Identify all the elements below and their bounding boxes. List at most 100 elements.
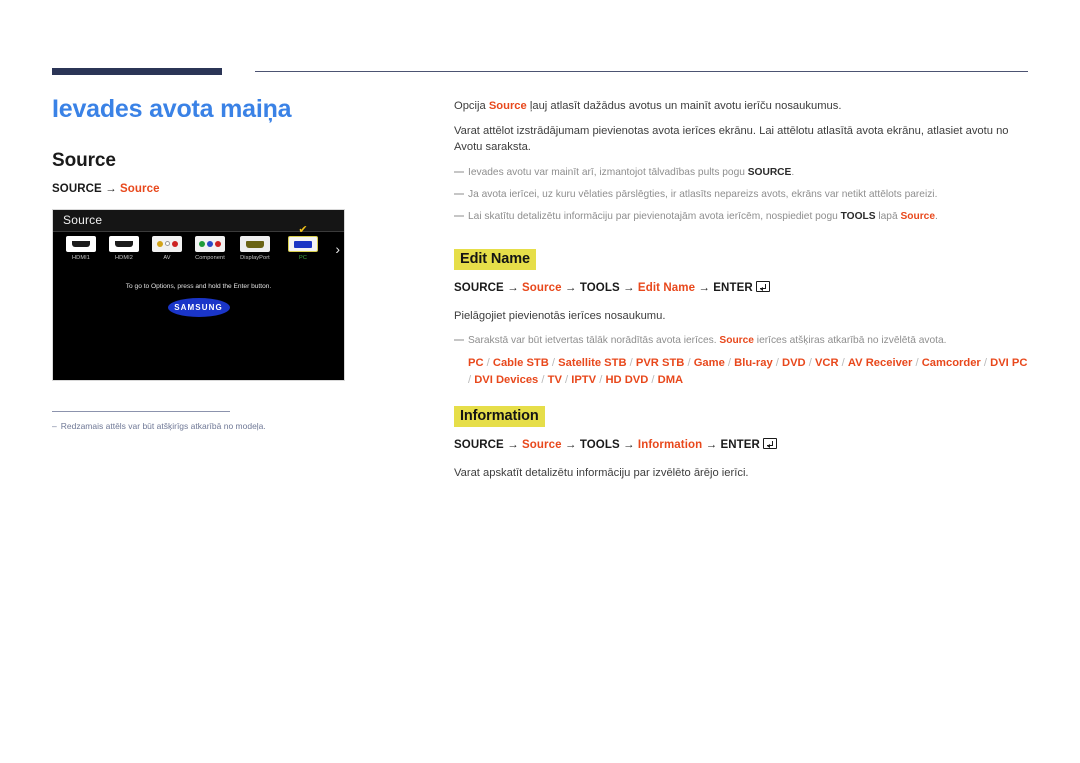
hdmi-port-icon xyxy=(109,235,139,252)
intro-note-1: Ievades avotu var mainīt arī, izmantojot… xyxy=(454,165,1029,180)
source-screen-header-label: Source xyxy=(63,212,103,227)
note3-bold: TOOLS xyxy=(840,211,876,223)
source-item-label: AV xyxy=(163,254,171,261)
enter-key-icon xyxy=(762,437,777,449)
source-item-label: HDMI2 xyxy=(115,254,133,261)
device-separator: / xyxy=(980,357,991,370)
device-type: TV xyxy=(547,373,562,386)
footnote-text: Redzamais attēls var būt atšķirīgs atkar… xyxy=(60,420,266,431)
source-item-hdmi2[interactable]: HDMI2 xyxy=(102,235,146,261)
section-title-source: Source xyxy=(52,149,116,171)
device-type: DVI PC xyxy=(990,357,1028,370)
path-key-source: SOURCE xyxy=(454,281,504,294)
device-separator: / xyxy=(626,357,636,370)
footnote: – Redzamais attēls var būt atšķirīgs atk… xyxy=(52,421,288,432)
source-item-label: HDMI1 xyxy=(72,254,90,261)
device-type: IPTV xyxy=(571,373,597,386)
enter-key-icon xyxy=(755,280,770,292)
note1-text-after: . xyxy=(791,166,795,178)
source-item-component[interactable]: Component xyxy=(188,235,232,261)
intro-note-2: Ja avota ierīcei, uz kuru vēlaties pārsl… xyxy=(454,187,1029,202)
note3-text-before: Lai skatītu detalizētu informāciju par p… xyxy=(468,211,841,223)
header-rule xyxy=(255,71,1028,72)
heading-information: Information xyxy=(454,405,545,427)
edit-name-note: Sarakstā var būt ietvertas tālāk norādīt… xyxy=(454,333,1029,348)
component-video-icon xyxy=(195,235,225,252)
path-target-source: Source xyxy=(522,281,562,294)
device-type-list: PC / Cable STB / Satellite STB / PVR STB… xyxy=(468,355,1029,389)
source-item-av[interactable]: AV xyxy=(145,235,189,261)
path-arrow-icon: → xyxy=(564,438,577,451)
vga-pc-icon xyxy=(288,235,318,252)
right-column: Opcija Source ļauj atlasīt dažādus avotu… xyxy=(454,98,1029,490)
device-separator: / xyxy=(684,357,694,370)
device-type: VCR xyxy=(814,357,839,370)
device-type: DVD xyxy=(782,357,806,370)
note1-text-before: Ievades avotu var mainīt arī, izmantojot… xyxy=(468,166,748,178)
note1-bold: SOURCE xyxy=(747,166,792,178)
page-title: Ievades avota maiņa xyxy=(52,95,292,123)
device-type: HD DVD xyxy=(605,373,649,386)
source-list-row: HDMI1 HDMI2 AV Component DisplayPort ✔ P… xyxy=(53,224,344,276)
device-type: PVR STB xyxy=(635,357,685,370)
note3-text-mid: lapā xyxy=(875,211,901,223)
checkmark-icon: ✔ xyxy=(298,223,308,236)
path-arrow-icon: → xyxy=(507,438,519,451)
note3-orange: Source xyxy=(900,211,935,223)
menu-path-source: SOURCE → Source xyxy=(52,183,432,195)
device-type: Cable STB xyxy=(492,357,549,370)
device-separator: / xyxy=(912,357,922,370)
chevron-right-icon[interactable]: › xyxy=(335,242,340,256)
device-separator: / xyxy=(838,357,848,370)
source-item-displayport[interactable]: DisplayPort xyxy=(233,235,277,261)
device-separator: / xyxy=(548,357,559,370)
device-separator: / xyxy=(724,357,735,370)
path-arrow-icon: → xyxy=(623,281,635,294)
source-item-label: PC xyxy=(299,254,307,261)
device-separator: / xyxy=(805,357,815,370)
source-item-pc[interactable]: ✔ PC xyxy=(281,224,325,261)
footnote-block: – Redzamais attēls var būt atšķirīgs atk… xyxy=(52,410,288,432)
path-arrow-icon: → xyxy=(623,438,635,451)
av-composite-icon xyxy=(152,235,182,252)
samsung-logo: SAMSUNG xyxy=(167,297,230,317)
source-screen-mockup: Source HDMI1 HDMI2 AV Component DisplayP… xyxy=(52,208,345,381)
device-type: Game xyxy=(693,357,725,370)
menu-path-edit-name: SOURCE → Source → TOOLS → Edit Name → EN… xyxy=(454,280,1029,294)
device-separator: / xyxy=(772,357,782,370)
intro-note-3: Lai skatītu detalizētu informāciju par p… xyxy=(454,209,1029,224)
intro-p1-after: ļauj atlasīt dažādus avotus un mainīt av… xyxy=(526,100,842,112)
path-arrow-icon: → xyxy=(698,281,710,294)
heading-edit-name: Edit Name xyxy=(454,248,537,270)
source-item-label: Component xyxy=(195,254,225,261)
device-type: DMA xyxy=(657,373,684,386)
path-target-source: Source xyxy=(120,182,160,195)
path-target-source: Source xyxy=(522,438,562,451)
path-key-tools: TOOLS xyxy=(579,438,620,451)
path-key-enter: ENTER xyxy=(713,281,753,294)
device-separator: / xyxy=(538,373,548,386)
intro-paragraph-2: Varat attēlot izstrādājumam pievienotas … xyxy=(454,125,1009,154)
note2-text: Ja avota ierīcei, uz kuru vēlaties pārsl… xyxy=(468,189,938,200)
edit-name-note-before: Sarakstā var būt ietvertas tālāk norādīt… xyxy=(468,334,720,346)
device-separator: / xyxy=(483,357,493,370)
footnote-rule xyxy=(52,410,230,412)
device-type: PC xyxy=(468,357,484,370)
source-item-hdmi1[interactable]: HDMI1 xyxy=(59,235,103,261)
left-column: Ievades avota maiņa Source SOURCE → Sour… xyxy=(52,95,432,432)
device-type: DVI Devices xyxy=(474,373,539,386)
edit-name-body: Pielāgojiet pievienotās ierīces nosaukum… xyxy=(454,309,666,322)
device-type: AV Receiver xyxy=(847,357,913,370)
hdmi-port-icon xyxy=(66,235,96,252)
footnote-dash: – xyxy=(52,420,57,431)
source-screen-hint: To go to Options, press and hold the Ent… xyxy=(125,282,272,290)
path-key-source: SOURCE xyxy=(454,438,504,451)
menu-path-information: SOURCE → Source → TOOLS → Information → … xyxy=(454,437,1029,451)
device-type: Camcorder xyxy=(921,357,981,370)
device-type: Blu-ray xyxy=(734,357,773,370)
intro-paragraph-1: Opcija Source ļauj atlasīt dažādus avotu… xyxy=(454,98,1029,114)
intro-p1-before: Opcija xyxy=(454,100,489,112)
path-target-information: Information xyxy=(637,438,703,451)
path-arrow-icon: → xyxy=(105,182,117,195)
edit-name-note-after: ierīces atšķiras atkarībā no izvēlētā av… xyxy=(753,334,947,346)
